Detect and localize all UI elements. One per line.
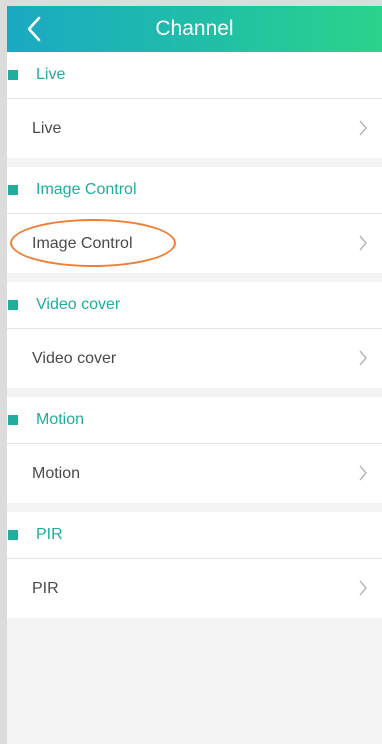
section-motion: Motion Motion <box>7 397 382 503</box>
section-header: Motion <box>7 397 382 444</box>
section-image-control: Image Control Image Control <box>7 167 382 273</box>
section-marker <box>8 530 18 540</box>
list-item-motion[interactable]: Motion <box>7 444 382 503</box>
app-header: Channel <box>7 6 382 52</box>
section-header: Live <box>7 52 382 99</box>
section-title: Video cover <box>36 296 121 313</box>
section-title: Live <box>36 66 66 83</box>
section-header: Video cover <box>7 282 382 329</box>
section-marker <box>8 185 18 195</box>
section-video-cover: Video cover Video cover <box>7 282 382 388</box>
list-item-image-control[interactable]: Image Control <box>7 214 382 273</box>
section-header: PIR <box>7 512 382 559</box>
chevron-right-icon <box>358 465 368 481</box>
chevron-right-icon <box>358 120 368 136</box>
chevron-right-icon <box>358 235 368 251</box>
list-item-label: PIR <box>32 580 59 597</box>
section-live: Live Live <box>7 52 382 158</box>
section-title: PIR <box>36 526 63 543</box>
section-marker <box>8 70 18 80</box>
list-item-label: Live <box>32 120 62 137</box>
list-item-pir[interactable]: PIR <box>7 559 382 618</box>
list-item-video-cover[interactable]: Video cover <box>7 329 382 388</box>
section-marker <box>8 415 18 425</box>
channel-settings-list: Live Live Image Control Image Control Vi… <box>7 52 382 627</box>
chevron-right-icon <box>358 350 368 366</box>
list-item-live[interactable]: Live <box>7 99 382 158</box>
section-marker <box>8 300 18 310</box>
section-title: Image Control <box>36 181 137 198</box>
section-header: Image Control <box>7 167 382 214</box>
section-pir: PIR PIR <box>7 512 382 618</box>
app-screen: Channel Live Live Image Control Image Co… <box>7 6 382 744</box>
list-item-label: Video cover <box>32 350 117 367</box>
chevron-right-icon <box>358 580 368 596</box>
list-item-label: Motion <box>32 465 81 482</box>
section-title: Motion <box>36 411 85 428</box>
page-title: Channel <box>155 17 234 40</box>
list-item-label: Image Control <box>32 235 133 252</box>
